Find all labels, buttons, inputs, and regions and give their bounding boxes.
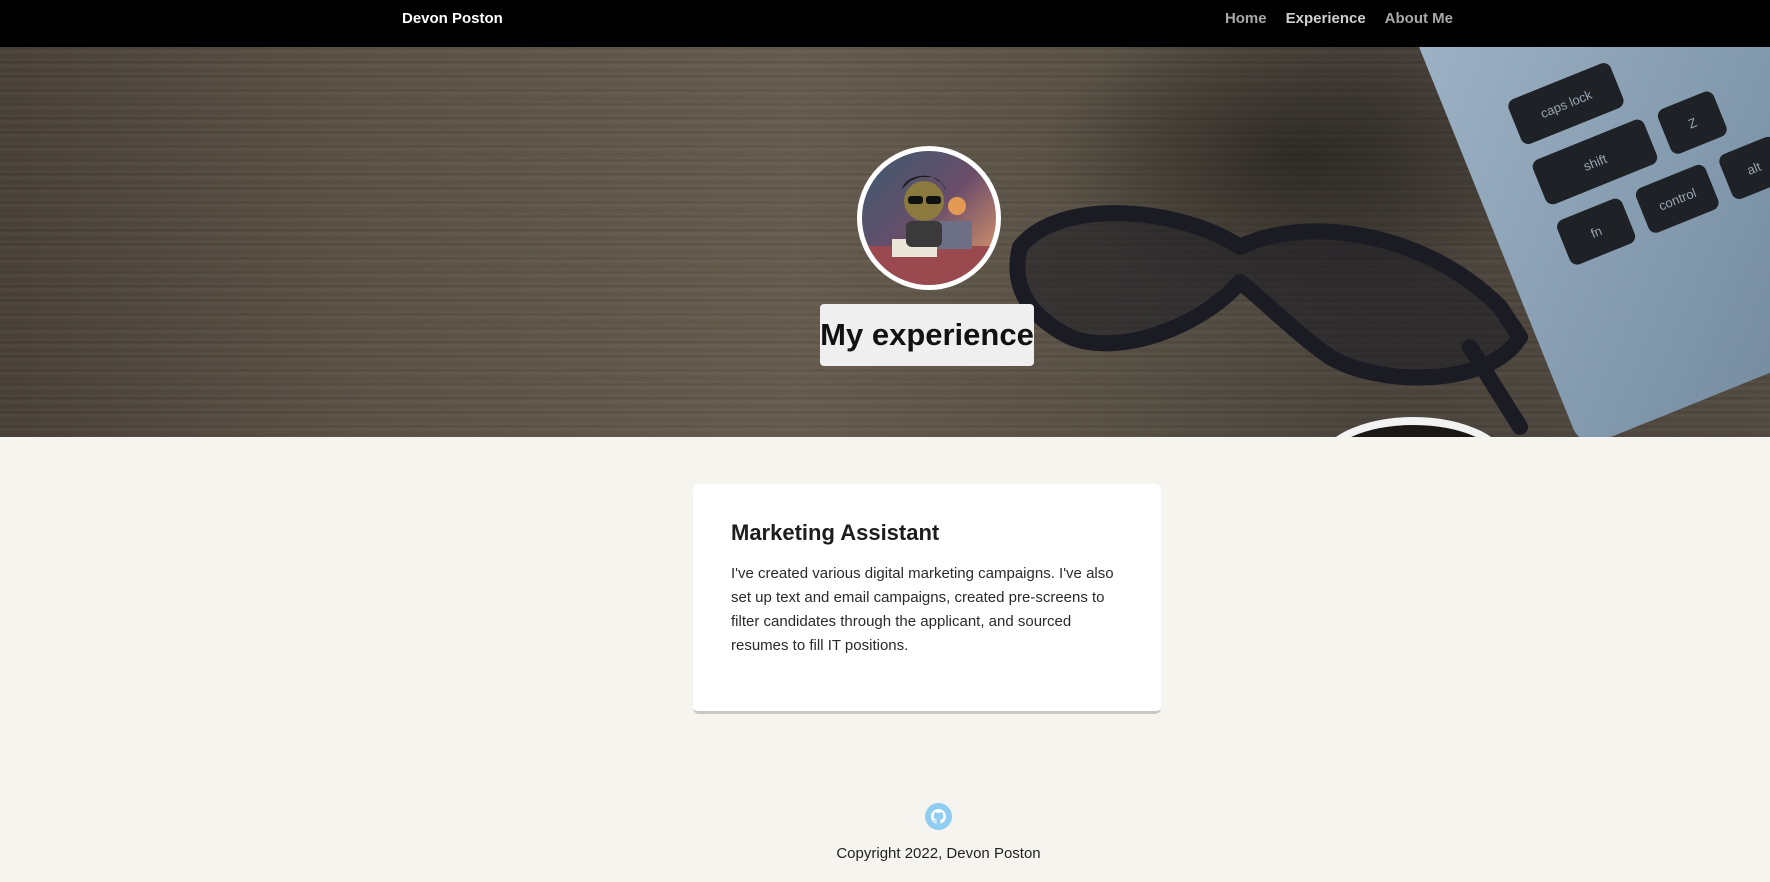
page-title: My experience <box>820 304 1034 366</box>
top-navbar: Devon Poston Home Experience About Me <box>0 0 1770 47</box>
experience-card: Marketing Assistant I've created various… <box>693 484 1161 714</box>
avatar <box>857 146 1001 290</box>
nav-home-link[interactable]: Home <box>1225 10 1267 27</box>
eyeglasses-image <box>1009 205 1528 435</box>
hero-banner: caps lock shift fn control Z alt My expe… <box>0 47 1770 437</box>
brand-link[interactable]: Devon Poston <box>402 10 503 27</box>
key-z: Z <box>1655 89 1730 157</box>
experience-description: I've created various digital marketing c… <box>731 565 1114 654</box>
nav-about-link[interactable]: About Me <box>1385 10 1453 27</box>
github-icon <box>931 809 946 824</box>
nav-experience-link[interactable]: Experience <box>1286 10 1366 27</box>
copyright-text: Copyright 2022, Devon Poston <box>836 845 1041 862</box>
github-link[interactable] <box>925 803 952 830</box>
key-fn: fn <box>1554 196 1638 267</box>
key-control: control <box>1633 162 1721 236</box>
key-alt: alt <box>1716 134 1770 202</box>
avatar-illustration-icon <box>862 175 996 285</box>
experience-title: Marketing Assistant <box>731 520 940 545</box>
nav-links: Home Experience About Me <box>1225 10 1453 27</box>
